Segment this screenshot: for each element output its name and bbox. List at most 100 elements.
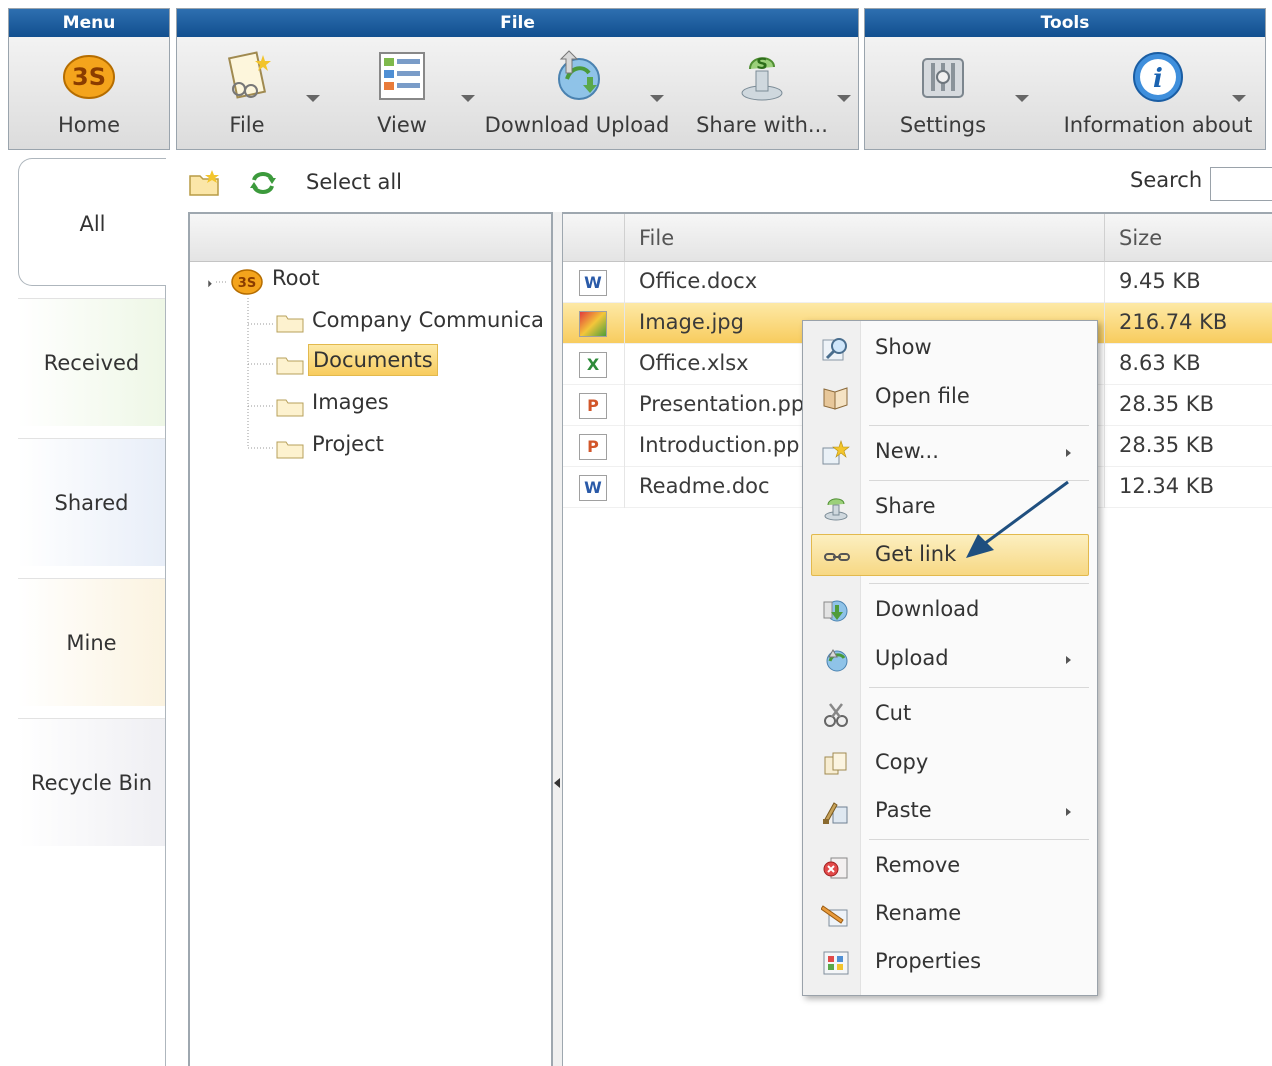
toolbar: Select all Search bbox=[166, 158, 1272, 210]
download-icon bbox=[823, 600, 848, 622]
home-button[interactable]: 3S Home bbox=[9, 37, 169, 149]
menu-item-copy[interactable]: Copy bbox=[811, 742, 1089, 784]
view-list-icon bbox=[379, 52, 425, 100]
table-row[interactable]: W Office.docx 9.45 KB bbox=[563, 262, 1272, 303]
settings-dropdown-caret[interactable] bbox=[1015, 95, 1029, 102]
tree-header bbox=[190, 214, 551, 262]
menu-item-properties[interactable]: Properties bbox=[811, 941, 1089, 983]
menu-item-download[interactable]: Download bbox=[811, 589, 1089, 631]
download-upload-label: Download Upload bbox=[484, 113, 670, 137]
information-dropdown-caret[interactable] bbox=[1232, 95, 1246, 102]
menu-item-label: Remove bbox=[875, 853, 961, 877]
magnifier-icon bbox=[822, 338, 847, 361]
share-with-icon: S bbox=[741, 54, 783, 101]
file-dropdown-caret[interactable] bbox=[306, 95, 320, 102]
file-menu-button[interactable]: File bbox=[187, 37, 307, 149]
svg-text:3S: 3S bbox=[72, 63, 106, 91]
rename-icon bbox=[821, 905, 848, 927]
tab-recycle-bin[interactable]: Recycle Bin bbox=[18, 718, 166, 846]
menu-item-label: Show bbox=[875, 335, 932, 359]
settings-label: Settings bbox=[899, 113, 987, 137]
settings-button[interactable]: Settings bbox=[865, 37, 1021, 149]
link-icon bbox=[824, 553, 850, 561]
tabs-divider bbox=[165, 286, 166, 1066]
menu-item-open-file[interactable]: Open file bbox=[811, 376, 1089, 418]
share-with-button[interactable]: S Share with... bbox=[687, 37, 837, 149]
tab-shared[interactable]: Shared bbox=[18, 438, 166, 566]
information-button[interactable]: i Information about bbox=[1055, 37, 1261, 149]
open-book-icon bbox=[823, 387, 848, 410]
new-folder-icon[interactable] bbox=[188, 168, 222, 198]
menu-item-new[interactable]: New... bbox=[811, 431, 1089, 473]
pane-splitter[interactable] bbox=[553, 212, 563, 1066]
menu-item-rename[interactable]: Rename bbox=[811, 893, 1089, 935]
submenu-arrow-icon bbox=[1066, 449, 1071, 457]
folder-icon bbox=[276, 399, 304, 417]
menu-item-label: Share bbox=[875, 494, 936, 518]
tab-label: Recycle Bin bbox=[30, 771, 153, 795]
column-header-size[interactable]: Size bbox=[1105, 214, 1272, 262]
svg-text:i: i bbox=[1153, 64, 1163, 94]
column-header-file[interactable]: File bbox=[625, 214, 1105, 262]
search-input[interactable] bbox=[1210, 167, 1272, 201]
tab-mine[interactable]: Mine bbox=[18, 578, 166, 706]
tree-node-documents[interactable]: Documents bbox=[308, 344, 438, 376]
file-size: 9.45 KB bbox=[1119, 269, 1201, 293]
tree-node-images[interactable]: Images bbox=[312, 390, 389, 414]
annotation-arrow bbox=[966, 480, 1069, 558]
tab-received[interactable]: Received bbox=[18, 298, 166, 426]
paste-icon bbox=[823, 802, 848, 824]
search-label: Search bbox=[1130, 168, 1203, 192]
submenu-arrow-icon bbox=[1066, 808, 1071, 816]
tree-node-project[interactable]: Project bbox=[312, 432, 384, 456]
menu-item-label: Properties bbox=[875, 949, 982, 973]
menu-separator bbox=[869, 583, 1089, 584]
powerpoint-file-icon: P bbox=[579, 393, 607, 419]
menu-item-label: Cut bbox=[875, 701, 912, 725]
view-menu-button[interactable]: View bbox=[342, 37, 462, 149]
file-size: 28.35 KB bbox=[1119, 392, 1214, 416]
share-with-dropdown-caret[interactable] bbox=[837, 95, 851, 102]
collapse-arrow-icon[interactable] bbox=[554, 778, 560, 788]
file-name: Image.jpg bbox=[639, 310, 744, 334]
file-name: Office.xlsx bbox=[639, 351, 749, 375]
menu-item-cut[interactable]: Cut bbox=[811, 693, 1089, 735]
file-size: 8.63 KB bbox=[1119, 351, 1201, 375]
svg-text:S: S bbox=[756, 54, 768, 73]
size-column-divider bbox=[1104, 262, 1105, 508]
menu-separator bbox=[869, 839, 1089, 840]
ribbon-group-tools: Tools Settings i Information about bbox=[864, 8, 1266, 150]
tab-label: Received bbox=[43, 351, 140, 375]
information-icon: i bbox=[1133, 52, 1183, 102]
scissors-icon bbox=[824, 703, 848, 727]
tab-label: Shared bbox=[54, 491, 129, 515]
menu-item-paste[interactable]: Paste bbox=[811, 790, 1089, 832]
folder-icon bbox=[276, 357, 304, 375]
menu-item-upload[interactable]: Upload bbox=[811, 638, 1089, 680]
download-upload-button[interactable]: Download Upload bbox=[477, 37, 677, 149]
file-size: 28.35 KB bbox=[1119, 433, 1214, 457]
view-label: View bbox=[377, 113, 427, 137]
tab-label: Mine bbox=[66, 631, 117, 655]
refresh-icon[interactable] bbox=[248, 168, 278, 198]
file-name: Presentation.pp bbox=[639, 392, 805, 416]
tree-node-company-communica[interactable]: Company Communica bbox=[312, 308, 544, 332]
menu-item-remove[interactable]: Remove bbox=[811, 845, 1089, 887]
copy-icon bbox=[824, 752, 847, 775]
menu-item-label: Open file bbox=[875, 384, 970, 408]
tab-all[interactable]: All bbox=[18, 158, 166, 286]
ribbon-group-title: Menu bbox=[9, 9, 169, 37]
powerpoint-file-icon: P bbox=[579, 434, 607, 460]
information-label: Information about bbox=[1063, 113, 1253, 137]
menu-item-label: Copy bbox=[875, 750, 929, 774]
download-upload-dropdown-caret[interactable] bbox=[650, 95, 664, 102]
file-size: 216.74 KB bbox=[1119, 310, 1228, 334]
menu-item-show[interactable]: Show bbox=[811, 327, 1089, 369]
select-all-button[interactable]: Select all bbox=[306, 170, 402, 194]
tree-node-root[interactable]: Root bbox=[272, 266, 320, 290]
share-with-label: Share with... bbox=[696, 113, 828, 137]
image-file-icon bbox=[579, 311, 607, 337]
icon-column-divider bbox=[624, 262, 625, 508]
file-name: Readme.doc bbox=[639, 474, 770, 498]
view-dropdown-caret[interactable] bbox=[461, 95, 475, 102]
